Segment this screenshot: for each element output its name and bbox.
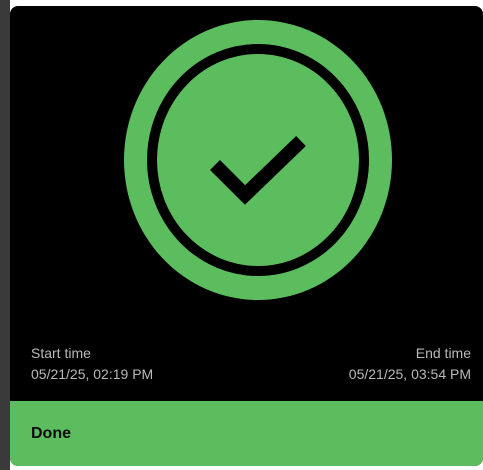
end-time-group: End time 05/21/25, 03:54 PM	[349, 344, 471, 383]
screenshot-frame: Start time 05/21/25, 02:19 PM End time 0…	[0, 0, 483, 470]
outer-green-disc	[124, 20, 392, 300]
start-time-value: 05/21/25, 02:19 PM	[31, 366, 154, 382]
time-summary: Start time 05/21/25, 02:19 PM End time 0…	[10, 344, 483, 394]
end-time-value: 05/21/25, 03:54 PM	[348, 366, 471, 382]
done-button[interactable]: Done	[10, 401, 483, 466]
check-circle-icon	[124, 20, 392, 300]
start-time-label: Start time	[31, 345, 91, 361]
left-edge-divider	[0, 0, 10, 470]
start-time-group: Start time 05/21/25, 02:19 PM	[31, 344, 153, 383]
status-area	[10, 6, 483, 336]
completion-dialog: Start time 05/21/25, 02:19 PM End time 0…	[10, 6, 483, 466]
end-time-label: End time	[415, 345, 471, 361]
